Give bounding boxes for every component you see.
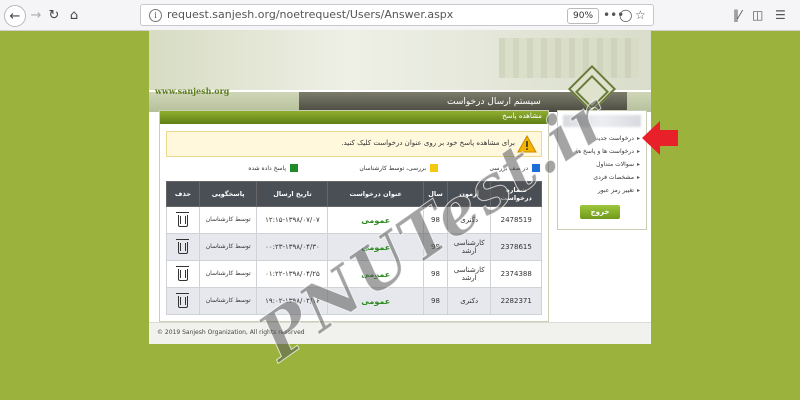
col-delete: حذف bbox=[166, 181, 200, 207]
legend-answered: پاسخ داده شده bbox=[248, 161, 298, 175]
delete-cell bbox=[166, 206, 200, 234]
pocket-icon[interactable]: ◯ bbox=[619, 8, 632, 22]
exam-cell: کارشناسی ارشد bbox=[446, 260, 492, 288]
date-cell: ۱۲:۱۵-۱۳۹۸/۰۷/۰۷ bbox=[256, 206, 329, 234]
number-cell: 2282371 bbox=[490, 287, 542, 315]
yellow-swatch-icon bbox=[430, 164, 438, 172]
responder-cell: توسط کارشناسان bbox=[198, 287, 258, 315]
delete-cell bbox=[166, 233, 200, 261]
responder-cell: توسط کارشناسان bbox=[198, 260, 258, 288]
address-bar[interactable]: i request.sanjesh.org/noetrequest/Users/… bbox=[140, 4, 654, 26]
browser-toolbar: ← → ↻ ⌂ i request.sanjesh.org/noetreques… bbox=[0, 0, 800, 31]
number-cell: 2378615 bbox=[490, 233, 542, 261]
legend-reviewing: بررسی، توسط کارشناسان bbox=[359, 161, 438, 175]
delete-cell bbox=[166, 287, 200, 315]
system-title: سیستم ارسال درخواست bbox=[447, 97, 541, 107]
panel-header: مشاهده پاسخ bbox=[160, 111, 548, 124]
red-arrow-icon bbox=[642, 121, 678, 155]
number-cell: 2374388 bbox=[490, 260, 542, 288]
delete-cell bbox=[166, 260, 200, 288]
sidebar-item-faq[interactable]: سوالات متداول bbox=[596, 161, 640, 168]
exit-button[interactable]: خروج bbox=[580, 205, 620, 219]
trash-icon[interactable] bbox=[175, 211, 189, 227]
reload-icon[interactable]: ↻ bbox=[44, 5, 64, 25]
library-icon[interactable]: ‖⁄ bbox=[733, 8, 741, 22]
trash-icon[interactable] bbox=[175, 265, 189, 281]
trash-icon[interactable] bbox=[175, 238, 189, 254]
site-url[interactable]: www.sanjesh.org bbox=[155, 86, 229, 96]
legend-label: بررسی، توسط کارشناسان bbox=[359, 164, 426, 172]
zoom-indicator[interactable]: 90% bbox=[567, 8, 600, 24]
info-icon[interactable]: i bbox=[149, 9, 162, 22]
col-responder: پاسخگویی bbox=[198, 181, 258, 207]
trash-icon[interactable] bbox=[175, 292, 189, 308]
url-text: request.sanjesh.org/noetrequest/Users/An… bbox=[167, 8, 454, 21]
exam-cell: دکتری bbox=[446, 287, 492, 315]
sidebar-icon[interactable]: ◫ bbox=[752, 8, 763, 22]
col-date: تاریخ ارسال bbox=[256, 181, 329, 207]
home-icon[interactable]: ⌂ bbox=[64, 5, 84, 25]
sidebar-item-change-password[interactable]: تغییر رمز عبور bbox=[598, 187, 640, 194]
responder-cell: توسط کارشناسان bbox=[198, 206, 258, 234]
menu-icon[interactable]: ☰ bbox=[775, 8, 786, 22]
skyline-graphic bbox=[499, 38, 639, 78]
responder-cell: توسط کارشناسان bbox=[198, 233, 258, 261]
date-cell: ۰۰:۲۳-۱۳۹۸/۰۴/۳۰ bbox=[256, 233, 329, 261]
green-swatch-icon bbox=[290, 164, 298, 172]
page-footer: © 2019 Sanjesh Organization, All rights … bbox=[149, 322, 651, 344]
forward-button[interactable]: → bbox=[26, 5, 46, 25]
sidebar-item-profile[interactable]: مشخصات فردی bbox=[593, 174, 640, 181]
back-button[interactable]: ← bbox=[4, 5, 26, 27]
bookmark-star-icon[interactable]: ☆ bbox=[635, 8, 646, 22]
legend-label: پاسخ داده شده bbox=[248, 164, 286, 172]
year-cell: 98 bbox=[422, 287, 448, 315]
